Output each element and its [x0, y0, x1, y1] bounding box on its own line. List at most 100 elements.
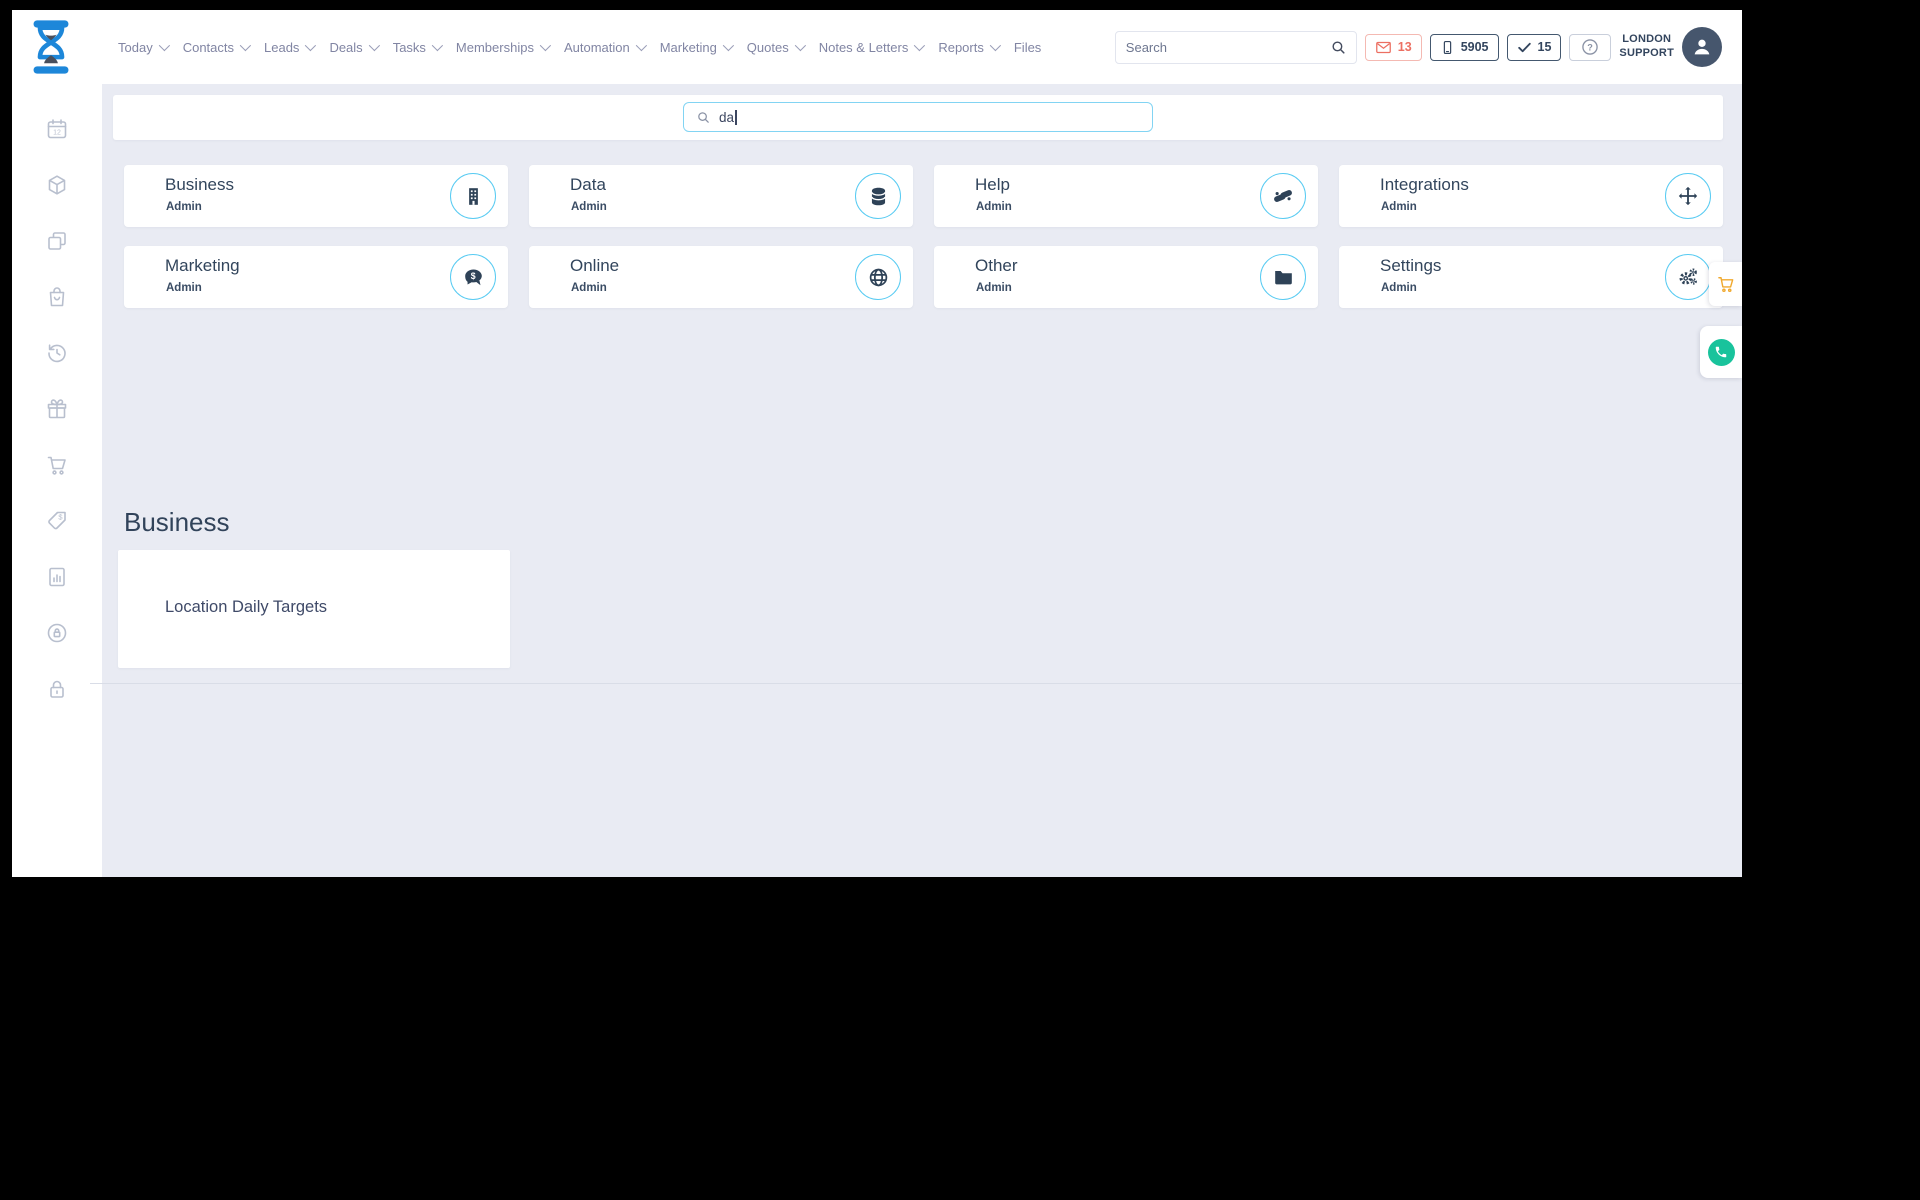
copy-icon[interactable]: [45, 229, 69, 253]
chevron-down-icon: [635, 39, 647, 52]
result-label: Location Daily Targets: [165, 598, 328, 616]
card-subtitle: Admin: [976, 282, 1012, 294]
chevron-down-icon: [239, 39, 252, 52]
header-search-input[interactable]: [1115, 39, 1330, 55]
chevron-down-icon: [158, 39, 170, 52]
cart-icon[interactable]: [45, 453, 69, 477]
nav-item-label: Files: [1013, 39, 1042, 55]
nav-item-deals[interactable]: Deals: [329, 39, 380, 55]
card-data[interactable]: Data Admin: [529, 165, 913, 227]
nav-item-contacts[interactable]: Contacts: [182, 39, 252, 55]
card-title: Data: [570, 175, 606, 194]
nav-item-label: Deals: [329, 39, 363, 55]
nav-item-reports[interactable]: Reports: [938, 39, 1001, 55]
header-search: [1114, 30, 1357, 64]
topbar-right: 13 5905 15 ? LONDON: [1114, 10, 1722, 84]
person-icon: [1694, 39, 1710, 55]
gift-icon[interactable]: [45, 397, 69, 421]
database-icon: [855, 173, 901, 219]
module-search-value: da: [719, 109, 735, 125]
card-title: Settings: [1380, 256, 1442, 275]
card-help[interactable]: Help Admin: [934, 165, 1318, 227]
shopping-bag-icon[interactable]: [45, 285, 69, 309]
folder-icon: [1260, 254, 1306, 300]
app-logo[interactable]: [28, 18, 74, 76]
mobile-phone-icon: [1443, 40, 1451, 54]
chevron-down-icon: [914, 39, 926, 52]
card-subtitle: Admin: [976, 201, 1012, 213]
avatar[interactable]: [1682, 27, 1722, 67]
nav-item-label: Automation: [563, 39, 630, 55]
nav-item-automation[interactable]: Automation: [563, 39, 647, 55]
chevron-down-icon: [431, 39, 443, 52]
card-subtitle: Admin: [1381, 201, 1417, 213]
svg-text:$: $: [470, 271, 475, 281]
calendar-icon[interactable]: 12: [45, 117, 69, 141]
nav-item-label: Quotes: [746, 39, 789, 55]
nav-item-label: Today: [118, 39, 153, 55]
chevron-down-icon: [722, 39, 734, 52]
chevron-down-icon: [305, 39, 317, 52]
nav-item-tasks[interactable]: Tasks: [393, 39, 443, 55]
nav-item-leads[interactable]: Leads: [264, 39, 317, 55]
section-divider: [90, 683, 1742, 684]
check-count: 15: [1537, 40, 1552, 54]
lock-icon[interactable]: [45, 677, 69, 701]
nav-item-quotes[interactable]: Quotes: [746, 39, 806, 55]
svg-text:?: ?: [1588, 42, 1594, 52]
section-heading: Business: [124, 507, 230, 537]
card-settings[interactable]: Settings Admin: [1339, 246, 1723, 308]
module-search-bar: da: [113, 95, 1723, 140]
nav-item-label: Notes & Letters: [818, 39, 909, 55]
handshake-icon: [1260, 173, 1306, 219]
hourglass-logo-icon: [33, 20, 69, 74]
package-icon[interactable]: [45, 173, 69, 197]
svg-text:12: 12: [53, 130, 61, 137]
card-marketing[interactable]: Marketing Admin $: [124, 246, 508, 308]
help-badge[interactable]: ?: [1569, 33, 1612, 61]
card-title: Online: [570, 256, 620, 275]
basket-float-button[interactable]: [1709, 262, 1742, 306]
nav-item-notes-letters[interactable]: Notes & Letters: [818, 39, 926, 55]
phone-icon: [1707, 338, 1735, 366]
question-mark-icon: ?: [1582, 39, 1599, 55]
nav-item-marketing[interactable]: Marketing: [659, 39, 734, 55]
card-subtitle: Admin: [166, 201, 202, 213]
gears-icon: [1665, 254, 1711, 300]
module-search-input[interactable]: da: [683, 102, 1153, 132]
card-business[interactable]: Business Admin: [124, 165, 508, 227]
building-icon: [450, 173, 496, 219]
price-tag-icon[interactable]: $: [45, 509, 69, 533]
search-icon: [696, 110, 711, 125]
nav-item-label: Contacts: [182, 39, 235, 55]
nav-item-memberships[interactable]: Memberships: [456, 40, 552, 55]
account-name: LONDON SUPPORT: [1619, 33, 1674, 59]
history-icon[interactable]: [45, 341, 69, 365]
card-title: Other: [975, 256, 1018, 275]
phone-badge[interactable]: 5905: [1429, 33, 1499, 61]
nav-item-files[interactable]: Files: [1014, 40, 1041, 55]
call-float-button[interactable]: [1700, 326, 1742, 378]
card-subtitle: Admin: [166, 282, 202, 294]
nav-item-today[interactable]: Today: [118, 39, 170, 55]
security-icon[interactable]: [45, 621, 69, 645]
mail-badge[interactable]: 13: [1364, 33, 1422, 61]
card-title: Business: [165, 175, 234, 194]
card-online[interactable]: Online Admin: [529, 246, 913, 308]
chevron-down-icon: [989, 39, 1001, 52]
card-title: Help: [975, 175, 1010, 194]
main-nav: Today Contacts Leads Deals Tasks Memberships A…: [118, 10, 1041, 84]
report-chart-icon[interactable]: [45, 565, 69, 589]
search-icon[interactable]: [1330, 39, 1347, 56]
nav-item-label: Marketing: [659, 39, 717, 55]
card-other[interactable]: Other Admin: [934, 246, 1318, 308]
result-item-location-daily-targets[interactable]: Location Daily Targets: [118, 550, 510, 668]
cart-icon: [1717, 277, 1733, 293]
card-integrations[interactable]: Integrations Admin: [1339, 165, 1723, 227]
tasks-badge[interactable]: 15: [1506, 33, 1562, 61]
card-title: Integrations: [1380, 175, 1469, 194]
nav-item-label: Reports: [938, 39, 984, 55]
chevron-down-icon: [368, 39, 380, 52]
card-subtitle: Admin: [571, 201, 607, 213]
mail-count: 13: [1397, 40, 1412, 54]
